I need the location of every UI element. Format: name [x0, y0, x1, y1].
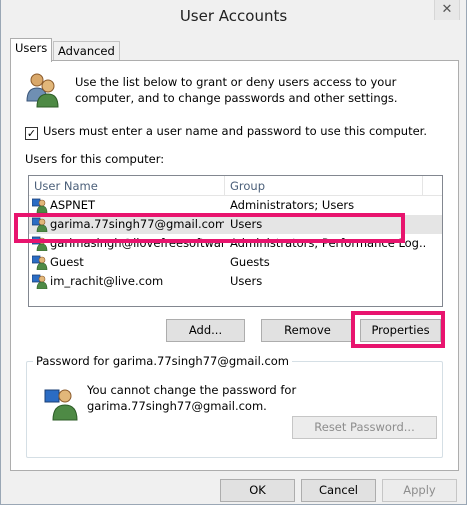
properties-button-label: Properties: [371, 323, 430, 337]
group-cell: Administrators; Performance Log...: [230, 236, 425, 250]
user-icon: [32, 217, 48, 232]
tab-strip: Users Advanced: [10, 38, 458, 62]
apply-button[interactable]: Apply: [382, 479, 457, 502]
remove-button[interactable]: Remove: [261, 319, 354, 342]
password-groupbox: Password for garima.77singh77@gmail.com …: [26, 354, 443, 458]
user-name-cell: garimasingh@ilovefreesoftwar...: [50, 236, 224, 250]
title-bar: User Accounts ✕: [1, 0, 466, 32]
column-header-group[interactable]: Group: [225, 176, 423, 196]
group-cell: Users: [230, 217, 263, 231]
reset-password-button[interactable]: Reset Password...: [292, 416, 437, 439]
check-icon: ✓: [26, 127, 37, 140]
tab-users[interactable]: Users: [10, 38, 53, 62]
user-accounts-window: User Accounts ✕ Users Advanced Use the l…: [0, 0, 467, 505]
ok-button-label: OK: [249, 483, 266, 497]
ok-button[interactable]: OK: [220, 479, 295, 502]
password-info-text: You cannot change the password for garim…: [87, 383, 297, 413]
list-item[interactable]: im_rachit@live.com Users: [29, 272, 442, 291]
users-list[interactable]: User Name Group ASPNET Administrators; Us…: [28, 175, 443, 307]
close-button[interactable]: ✕: [434, 0, 460, 20]
column-header-user-name[interactable]: User Name: [29, 176, 225, 196]
group-cell: Administrators; Users: [230, 198, 355, 212]
user-icon: [32, 255, 48, 270]
users-icon: [26, 73, 59, 108]
require-password-label: Users must enter a user name and passwor…: [43, 124, 428, 138]
tab-users-label: Users: [15, 41, 48, 55]
password-group-label: Password for garima.77singh77@gmail.com: [33, 354, 292, 368]
user-name-cell: im_rachit@live.com: [50, 274, 164, 288]
add-button-label: Add...: [188, 323, 223, 337]
user-icon: [32, 274, 48, 289]
group-cell: Guests: [230, 255, 270, 269]
tab-advanced[interactable]: Advanced: [53, 41, 120, 61]
user-name-cell: ASPNET: [50, 198, 95, 212]
require-password-checkbox[interactable]: ✓: [25, 127, 38, 140]
group-cell: Users: [230, 274, 263, 288]
users-panel: Use the list below to grant or deny user…: [10, 60, 459, 471]
list-item[interactable]: Guest Guests: [29, 253, 442, 272]
user-password-icon: [44, 389, 78, 421]
user-name-cell: Guest: [50, 255, 84, 269]
intro-text: Use the list below to grant or deny user…: [75, 75, 398, 105]
user-icon: [32, 198, 48, 213]
list-header: User Name Group: [29, 176, 442, 196]
users-list-label: Users for this computer:: [25, 152, 165, 166]
add-button[interactable]: Add...: [166, 319, 245, 342]
list-item[interactable]: ASPNET Administrators; Users: [29, 196, 442, 215]
user-icon: [32, 236, 48, 251]
user-name-cell: garima.77singh77@gmail.com: [50, 217, 224, 231]
properties-button[interactable]: Properties: [360, 319, 441, 342]
apply-button-label: Apply: [403, 483, 436, 497]
cancel-button[interactable]: Cancel: [301, 479, 376, 502]
list-item[interactable]: garima.77singh77@gmail.com Users: [29, 215, 442, 234]
close-icon: ✕: [441, 2, 453, 17]
remove-button-label: Remove: [284, 323, 331, 337]
tab-advanced-label: Advanced: [58, 44, 115, 58]
list-item[interactable]: garimasingh@ilovefreesoftwar... Administr…: [29, 234, 442, 253]
reset-password-label: Reset Password...: [314, 420, 415, 434]
cancel-button-label: Cancel: [319, 483, 358, 497]
require-password-row[interactable]: ✓ Users must enter a user name and passw…: [25, 124, 427, 140]
window-title: User Accounts: [179, 7, 288, 25]
list-rows: ASPNET Administrators; Users garima.77sing…: [29, 196, 442, 291]
